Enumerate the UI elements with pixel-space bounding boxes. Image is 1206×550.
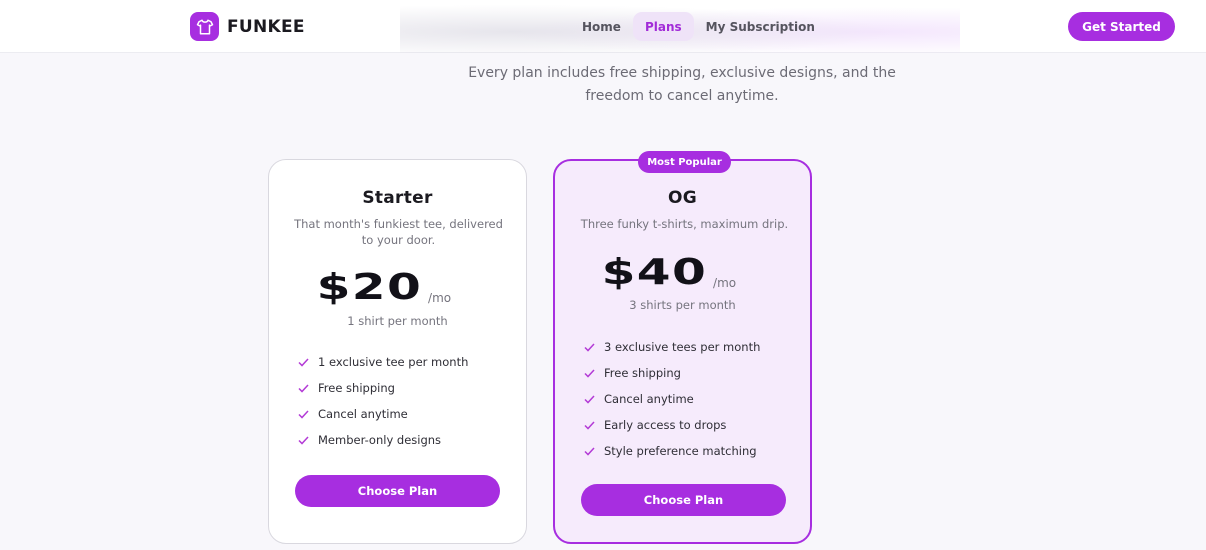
nav-my-subscription[interactable]: My Subscription xyxy=(694,12,827,41)
check-icon xyxy=(296,407,310,421)
feature-text: Early access to drops xyxy=(604,418,727,432)
price-row: $40 /mo xyxy=(555,255,810,291)
feature-item: Free shipping xyxy=(296,375,468,401)
price-period: /mo xyxy=(713,276,737,290)
check-icon xyxy=(582,366,596,380)
plan-description: Three funky t-shirts, maximum drip. xyxy=(580,217,789,231)
check-icon xyxy=(582,340,596,354)
check-icon xyxy=(582,392,596,406)
price-note: 3 shirts per month xyxy=(629,298,736,312)
feature-text: Style preference matching xyxy=(604,444,757,458)
check-icon xyxy=(296,355,310,369)
feature-text: Cancel anytime xyxy=(604,392,694,406)
plan-card-starter: Starter That month's funkiest tee, deliv… xyxy=(268,159,527,544)
check-icon xyxy=(296,381,310,395)
brand[interactable]: FUNKEE xyxy=(190,12,305,41)
get-started-button[interactable]: Get Started xyxy=(1068,12,1175,41)
feature-item: Early access to drops xyxy=(582,412,760,438)
check-icon xyxy=(582,418,596,432)
plan-name: Starter xyxy=(362,188,433,208)
feature-item: Cancel anytime xyxy=(296,401,468,427)
feature-item: Cancel anytime xyxy=(582,386,760,412)
main-nav: Home Plans My Subscription xyxy=(570,12,827,41)
feature-item: 1 exclusive tee per month xyxy=(296,349,468,375)
tshirt-icon xyxy=(190,12,219,41)
plans-intro-text: Every plan includes free shipping, exclu… xyxy=(468,65,896,104)
feature-text: 1 exclusive tee per month xyxy=(318,355,469,369)
feature-item: Style preference matching xyxy=(582,438,760,464)
feature-text: Free shipping xyxy=(318,381,395,395)
feature-item: Free shipping xyxy=(582,360,760,386)
price-row: $20 /mo xyxy=(269,270,526,306)
nav-plans[interactable]: Plans xyxy=(632,12,694,41)
nav-home[interactable]: Home xyxy=(570,12,633,41)
feature-text: 3 exclusive tees per month xyxy=(604,340,761,354)
choose-plan-button-og[interactable]: Choose Plan xyxy=(581,484,786,516)
feature-text: Member-only designs xyxy=(318,433,442,447)
feature-list: 3 exclusive tees per month Free shipping… xyxy=(582,334,760,464)
price-period: /mo xyxy=(428,291,452,305)
plan-price: $20 xyxy=(316,267,423,308)
feature-text: Free shipping xyxy=(604,366,681,380)
most-popular-badge: Most Popular xyxy=(638,151,731,173)
feature-text: Cancel anytime xyxy=(318,407,408,421)
plan-card-og: Most Popular OG Three funky t-shirts, ma… xyxy=(553,151,812,544)
check-icon xyxy=(296,433,310,447)
feature-item: 3 exclusive tees per month xyxy=(582,334,760,360)
feature-item: Member-only designs xyxy=(296,427,468,453)
plan-price: $40 xyxy=(601,252,708,293)
brand-name: FUNKEE xyxy=(227,16,305,37)
feature-list: 1 exclusive tee per month Free shipping … xyxy=(296,349,468,453)
plan-description: That month's funkiest tee, delivered to … xyxy=(294,217,503,247)
price-note: 1 shirt per month xyxy=(347,314,448,328)
top-navbar: FUNKEE Home Plans My Subscription Get St… xyxy=(0,0,1206,53)
plan-name: OG xyxy=(667,188,697,208)
check-icon xyxy=(582,444,596,458)
choose-plan-button-starter[interactable]: Choose Plan xyxy=(295,475,500,507)
